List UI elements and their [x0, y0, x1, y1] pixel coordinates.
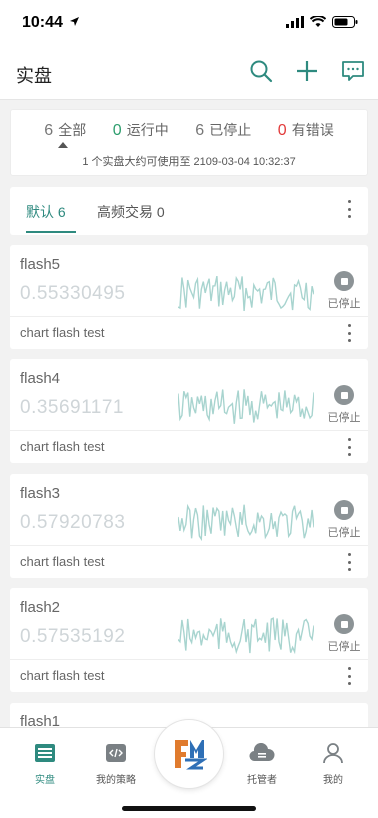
- filter-stopped[interactable]: 6 已停止: [195, 120, 251, 140]
- wifi-icon: [310, 16, 326, 27]
- page-title: 实盘: [16, 66, 52, 86]
- status-label: 已停止: [327, 641, 361, 653]
- expiry-note: 1 个实盘大约可使用至 2109-03-04 10:32:37: [82, 156, 296, 168]
- card-more-button[interactable]: [342, 324, 356, 342]
- active-tab-indicator: [26, 231, 76, 233]
- status-badge[interactable]: 已停止: [324, 385, 364, 425]
- status-label: 已停止: [327, 298, 361, 310]
- sparkline-path: [178, 503, 314, 542]
- tab-custodian[interactable]: 托管者: [232, 740, 292, 786]
- filter-all[interactable]: 6 全部: [44, 120, 87, 148]
- card-description: chart flash test: [20, 439, 105, 454]
- plus-icon: [297, 61, 317, 81]
- status-time: 10:44: [22, 14, 80, 32]
- filter-error[interactable]: 0 有错误: [278, 120, 334, 140]
- tab-me[interactable]: 我的: [303, 740, 363, 786]
- divider: [10, 659, 368, 660]
- tab-hft[interactable]: 高频交易 0: [97, 202, 165, 222]
- divider: [10, 430, 368, 431]
- label-stopped: 已停止: [209, 122, 252, 138]
- card-value: 0.55330495: [20, 283, 126, 304]
- count-running: 0: [112, 122, 122, 139]
- status-badge[interactable]: 已停止: [324, 271, 364, 311]
- sparkline-path: [178, 389, 314, 424]
- nav-bar: 实盘: [0, 46, 378, 100]
- search-icon: [250, 60, 273, 83]
- tab-label: 我的: [323, 775, 343, 786]
- tab-default[interactable]: 默认 6: [26, 202, 66, 222]
- home-indicator: [122, 806, 256, 811]
- tab-label: 实盘: [35, 775, 55, 786]
- list-item[interactable]: flash2 0.57535192 已停止 chart flash test: [10, 588, 368, 692]
- tab-live-trading[interactable]: 实盘: [15, 740, 75, 786]
- list-item[interactable]: flash5 0.55330495 已停止 chart flash test: [10, 245, 368, 349]
- add-button[interactable]: [294, 58, 320, 84]
- stop-icon: [334, 385, 354, 405]
- group-tabs: 默认 6 高频交易 0: [10, 187, 368, 235]
- summary-panel: 6 全部 0 运行中 6 已停止 0 有错误 1 个实盘大约可使用至 2109-…: [10, 109, 368, 176]
- strategy-code-icon: [106, 744, 126, 762]
- search-button[interactable]: [248, 58, 274, 84]
- fmz-logo-icon: [175, 740, 207, 770]
- card-more-button[interactable]: [342, 667, 356, 685]
- bottom-tab-bar: 实盘 我的策略 托管者 我的: [0, 720, 378, 818]
- status-bar: 10:44: [0, 0, 378, 46]
- sparkline-chart: [178, 275, 314, 312]
- center-logo-button[interactable]: [155, 720, 223, 788]
- sparkline-chart: [178, 389, 314, 424]
- divider: [10, 316, 368, 317]
- card-name: flash2: [20, 599, 61, 616]
- card-description: chart flash test: [20, 325, 105, 340]
- battery-icon: [332, 16, 358, 28]
- cloud-server-icon: [249, 743, 275, 762]
- card-value: 0.57535192: [20, 626, 126, 647]
- user-icon: [323, 743, 343, 764]
- nav-actions: [248, 58, 366, 84]
- status-label: 已停止: [327, 527, 361, 539]
- location-arrow-icon: [70, 17, 80, 26]
- status-filter-row: 6 全部 0 运行中 6 已停止 0 有错误: [11, 120, 367, 148]
- count-stopped: 6: [195, 122, 205, 139]
- card-description: chart flash test: [20, 554, 105, 569]
- card-name: flash3: [20, 485, 61, 502]
- selected-caret-icon: [58, 142, 69, 148]
- list-item[interactable]: flash3 0.57920783 已停止 chart flash test: [10, 474, 368, 578]
- divider: [10, 545, 368, 546]
- sparkline-path: [178, 617, 314, 655]
- stop-icon: [334, 614, 354, 634]
- list-item[interactable]: flash4 0.35691171 已停止 chart flash test: [10, 359, 368, 463]
- status-badge[interactable]: 已停止: [324, 614, 364, 654]
- card-name: flash5: [20, 256, 61, 273]
- card-value: 0.35691171: [20, 397, 124, 418]
- filter-running[interactable]: 0 运行中: [113, 120, 169, 140]
- tab-label: 托管者: [247, 775, 277, 786]
- sparkline-path: [178, 275, 314, 312]
- tab-label: 我的策略: [96, 775, 136, 786]
- card-more-button[interactable]: [342, 438, 356, 456]
- count-error: 0: [277, 122, 287, 139]
- sparkline-chart: [178, 617, 314, 655]
- live-trading-icon: [35, 744, 55, 762]
- cellular-signal-icon: [286, 16, 304, 28]
- sparkline-chart: [178, 503, 314, 542]
- label-all: 全部: [58, 122, 87, 138]
- card-more-button[interactable]: [342, 553, 356, 571]
- messages-button[interactable]: [340, 58, 366, 84]
- stop-icon: [334, 500, 354, 520]
- message-icon: [342, 61, 364, 81]
- count-all: 6: [44, 122, 54, 139]
- status-label: 已停止: [327, 412, 361, 424]
- card-name: flash4: [20, 370, 61, 387]
- status-badge[interactable]: 已停止: [324, 500, 364, 540]
- card-description: chart flash test: [20, 668, 105, 683]
- label-running: 运行中: [126, 122, 169, 138]
- stop-icon: [334, 271, 354, 291]
- label-error: 有错误: [291, 122, 334, 138]
- status-indicators: [286, 16, 358, 28]
- tabs-more-button[interactable]: [342, 200, 356, 218]
- card-value: 0.57920783: [20, 512, 126, 533]
- tab-my-strategies[interactable]: 我的策略: [86, 740, 146, 786]
